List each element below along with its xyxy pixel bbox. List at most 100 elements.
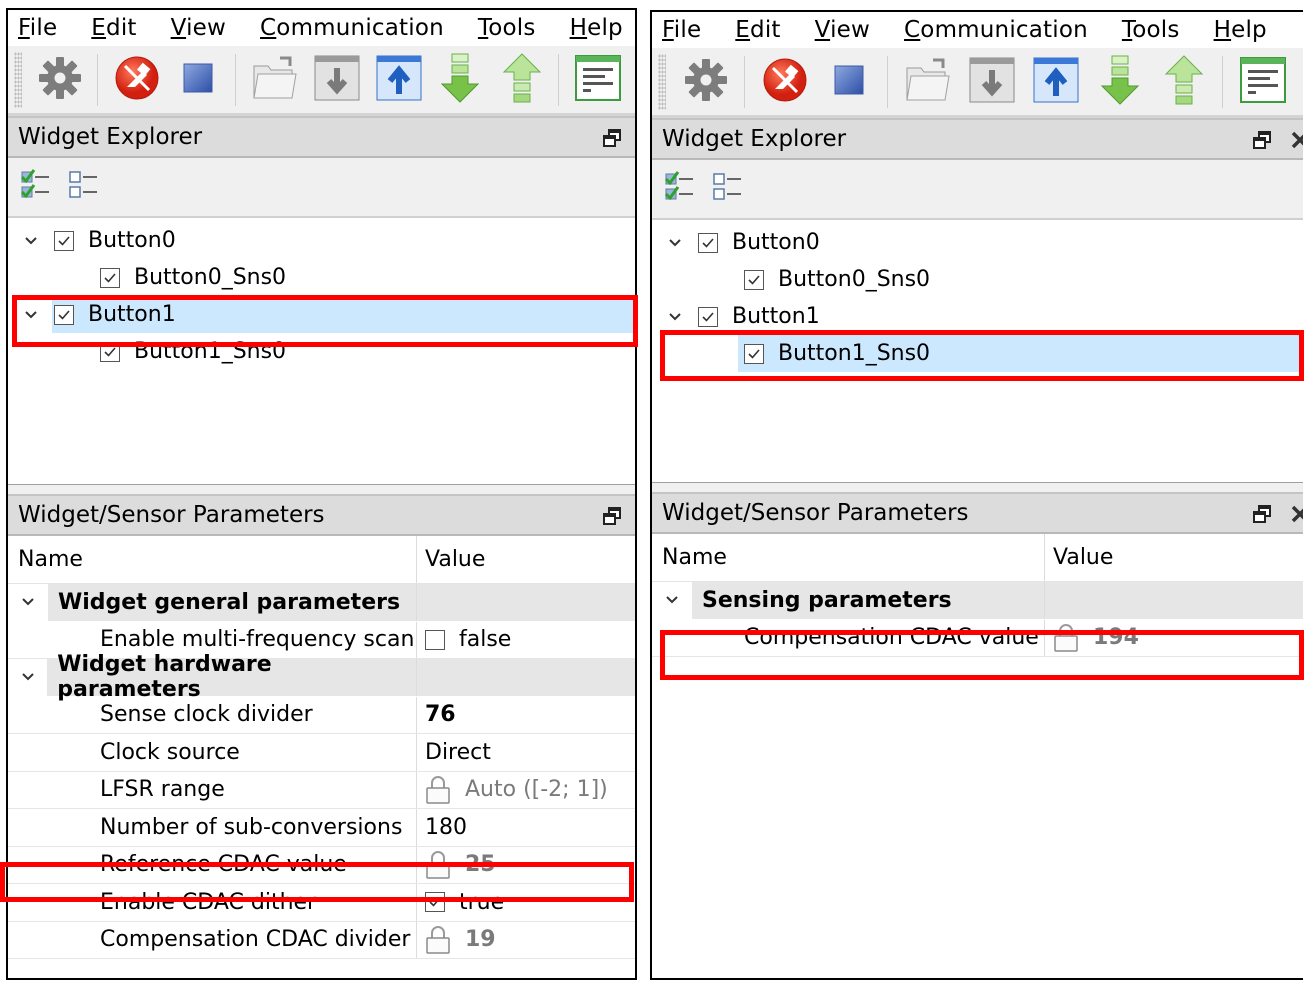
tree-item[interactable]: Button0 [652, 224, 1303, 261]
column-header-value[interactable]: Value [1045, 534, 1303, 581]
tree-item[interactable]: Button1_Sns0 [652, 335, 1303, 372]
parameter-group[interactable]: Widget hardware parameters [8, 652, 635, 702]
check-all-icon[interactable] [664, 170, 698, 208]
toolbar-separator [558, 53, 560, 106]
export-arrow-up-button[interactable] [1158, 54, 1210, 110]
menu-help[interactable]: Help [1214, 17, 1267, 43]
expand-chevron-icon[interactable] [660, 308, 690, 326]
left-window: File Edit View Communication Tools Help Widge… [6, 8, 637, 980]
menu-tools[interactable]: Tools [478, 15, 536, 41]
parameter-row[interactable]: Sense clock divider 76 [8, 696, 635, 734]
gear-button[interactable] [36, 52, 86, 108]
parameter-value-cell[interactable]: 194 [1045, 620, 1303, 657]
read-window-button[interactable] [312, 52, 362, 108]
close-icon[interactable] [1291, 503, 1303, 529]
parameter-value-cell[interactable]: 180 [417, 809, 635, 846]
parameter-value-cell[interactable]: Direct [417, 734, 635, 771]
tree-checkbox[interactable] [54, 230, 74, 251]
expand-chevron-icon[interactable] [8, 659, 48, 696]
parameter-value-cell[interactable]: false [417, 622, 635, 659]
import-arrow-down-button[interactable] [435, 52, 485, 108]
tree-checkbox[interactable] [744, 343, 764, 364]
import-arrow-down-button[interactable] [1094, 54, 1146, 110]
value-checkbox[interactable] [425, 892, 445, 913]
parameter-value-cell[interactable]: true [417, 884, 635, 921]
menu-view[interactable]: View [171, 15, 226, 41]
parameter-row[interactable]: Number of sub-conversions 180 [8, 809, 635, 847]
parameter-row[interactable]: Compensation CDAC value 194 [652, 619, 1303, 657]
menu-edit[interactable]: Edit [735, 17, 780, 43]
expand-chevron-icon[interactable] [660, 234, 690, 252]
menu-edit[interactable]: Edit [91, 15, 136, 41]
uncheck-all-icon[interactable] [712, 170, 746, 208]
float-dock-icon[interactable] [603, 127, 621, 153]
float-dock-icon[interactable] [1253, 129, 1271, 155]
tree-item[interactable]: Button0_Sns0 [652, 261, 1303, 298]
parameter-row[interactable]: Enable CDAC dither true [8, 884, 635, 922]
expand-chevron-icon[interactable] [8, 584, 48, 621]
value-checkbox[interactable] [425, 629, 445, 650]
tree-checkbox[interactable] [100, 267, 120, 288]
column-header-name[interactable]: Name [652, 534, 1045, 581]
import-arrow-down-icon [438, 52, 482, 108]
parameter-row[interactable]: LFSR range Auto ([-2; 1]) [8, 771, 635, 809]
open-folder-button[interactable] [902, 54, 954, 110]
toolbar-grip[interactable] [658, 53, 666, 110]
log-button[interactable] [573, 52, 623, 108]
pane-splitter[interactable] [652, 482, 1303, 492]
menu-communication[interactable]: Communication [260, 15, 444, 41]
uncheck-all-icon[interactable] [68, 168, 102, 206]
group-name-cell: Widget general parameters [8, 584, 417, 621]
write-window-icon [375, 54, 423, 106]
tree-checkbox[interactable] [744, 269, 764, 290]
log-button[interactable] [1237, 54, 1289, 110]
parameter-value-cell[interactable]: 76 [417, 697, 635, 734]
read-window-button[interactable] [966, 54, 1018, 110]
tree-checkbox[interactable] [698, 232, 718, 253]
disconnect-button[interactable] [759, 54, 811, 110]
expand-chevron-icon[interactable] [16, 232, 46, 250]
column-header-name[interactable]: Name [8, 536, 417, 583]
write-window-button[interactable] [374, 52, 424, 108]
parameter-group[interactable]: Sensing parameters [652, 582, 1303, 620]
tree-item[interactable]: Button0_Sns0 [8, 259, 635, 296]
tree-item[interactable]: Button1 [8, 296, 635, 333]
float-dock-icon[interactable] [603, 505, 621, 531]
menu-view[interactable]: View [815, 17, 870, 43]
menu-tools[interactable]: Tools [1122, 17, 1180, 43]
parameter-row[interactable]: Reference CDAC value 25 [8, 846, 635, 884]
close-icon[interactable] [1291, 129, 1303, 155]
parameter-value-cell[interactable]: 19 [417, 922, 635, 959]
export-arrow-up-button[interactable] [497, 52, 547, 108]
column-header-value[interactable]: Value [417, 536, 635, 583]
tree-item[interactable]: Button0 [8, 222, 635, 259]
menu-help[interactable]: Help [570, 15, 623, 41]
parameter-row[interactable]: Clock source Direct [8, 734, 635, 772]
stop-button[interactable] [823, 54, 875, 110]
tree-checkbox[interactable] [698, 306, 718, 327]
menu-file[interactable]: File [18, 15, 57, 41]
tree-item-label: Button1 [732, 304, 820, 329]
parameter-group[interactable]: Widget general parameters [8, 584, 635, 622]
write-window-button[interactable] [1030, 54, 1082, 110]
gear-button[interactable] [680, 54, 732, 110]
parameter-value-cell[interactable]: Auto ([-2; 1]) [417, 772, 635, 809]
pane-splitter[interactable] [8, 484, 635, 494]
parameter-value-cell[interactable]: 25 [417, 847, 635, 884]
tree-item[interactable]: Button1 [652, 298, 1303, 335]
menu-communication[interactable]: Communication [904, 17, 1088, 43]
tree-item-label: Button1_Sns0 [778, 341, 931, 366]
disconnect-button[interactable] [112, 52, 162, 108]
parameter-row[interactable]: Compensation CDAC divider 19 [8, 921, 635, 959]
open-folder-button[interactable] [250, 52, 300, 108]
tree-item[interactable]: Button1_Sns0 [8, 333, 635, 370]
check-all-icon[interactable] [20, 168, 54, 206]
float-dock-icon[interactable] [1253, 503, 1271, 529]
expand-chevron-icon[interactable] [652, 582, 692, 619]
menu-file[interactable]: File [662, 17, 701, 43]
tree-checkbox[interactable] [54, 304, 74, 325]
stop-button[interactable] [174, 52, 224, 108]
toolbar-grip[interactable] [14, 51, 22, 108]
tree-checkbox[interactable] [100, 341, 120, 362]
expand-chevron-icon[interactable] [16, 306, 46, 324]
